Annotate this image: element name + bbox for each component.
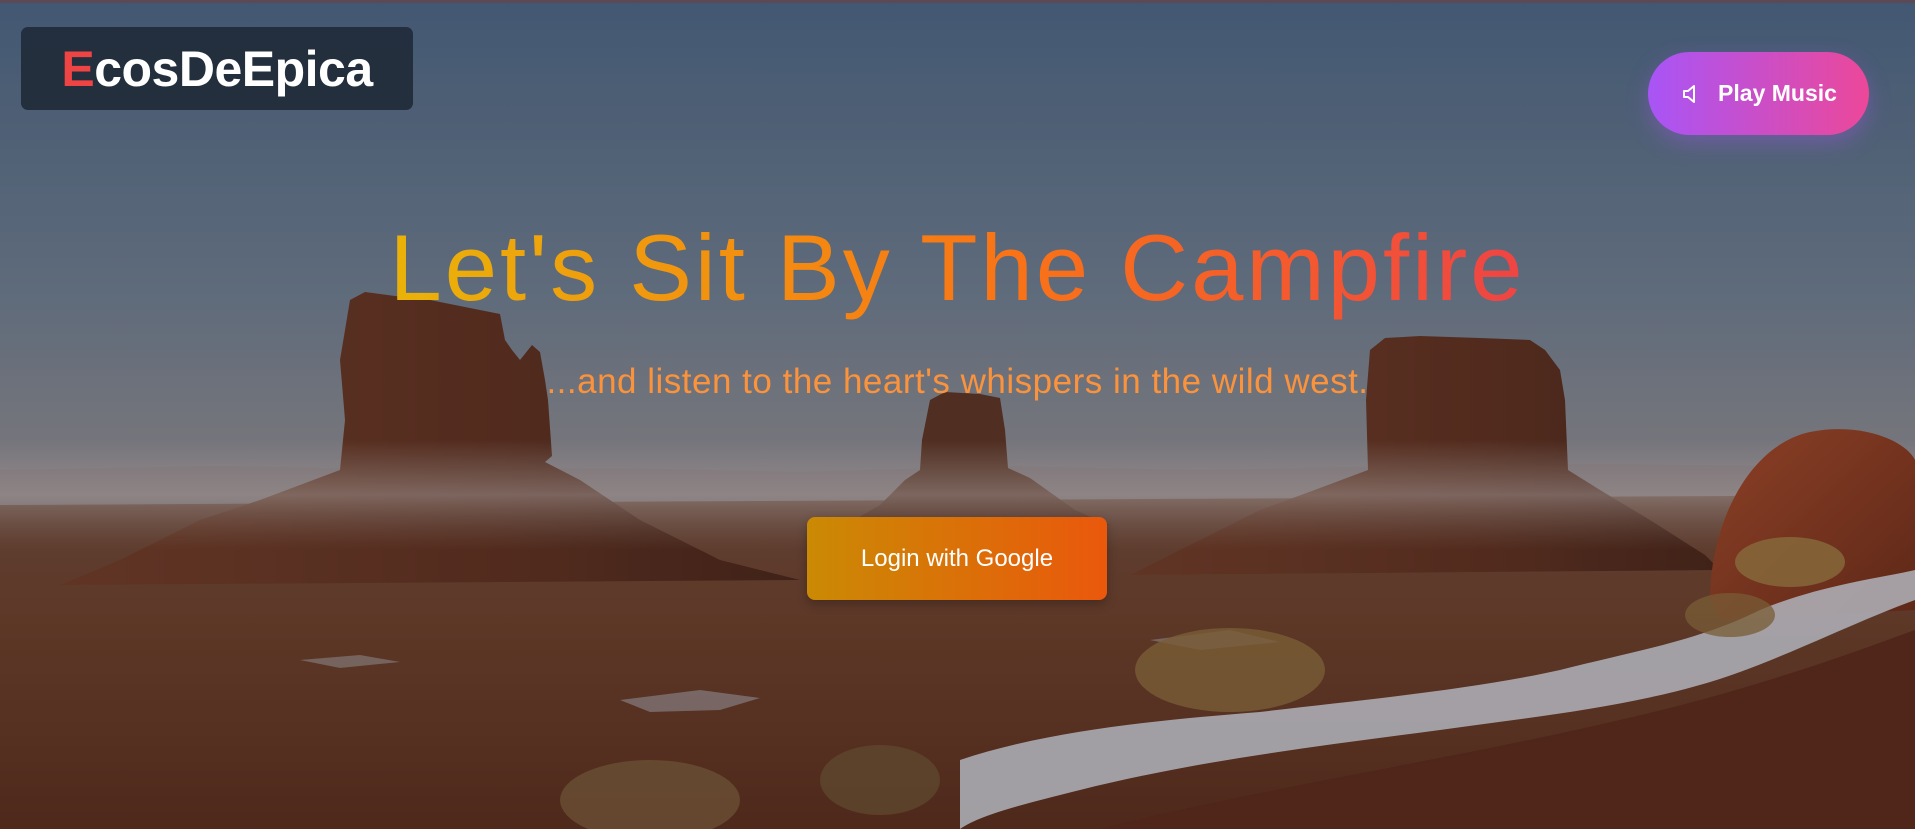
login-with-google-button[interactable]: Login with Google	[807, 517, 1107, 600]
logo-rest: cosDeEpica	[94, 40, 373, 97]
logo-text: EcosDeEpica	[61, 40, 373, 98]
hero-title-text: Let's Sit By The Campfire	[389, 215, 1526, 320]
play-music-button[interactable]: Play Music	[1648, 52, 1869, 135]
speaker-icon	[1680, 82, 1704, 106]
logo-first-letter: E	[61, 40, 95, 97]
site-logo[interactable]: EcosDeEpica	[21, 27, 413, 110]
top-border	[0, 0, 1915, 3]
hero-title: Let's Sit By The Campfire	[0, 216, 1915, 319]
play-music-label: Play Music	[1718, 80, 1837, 106]
hero-subtitle: ...and listen to the heart's whispers in…	[546, 362, 1369, 401]
background-desert-scene	[0, 0, 1915, 829]
